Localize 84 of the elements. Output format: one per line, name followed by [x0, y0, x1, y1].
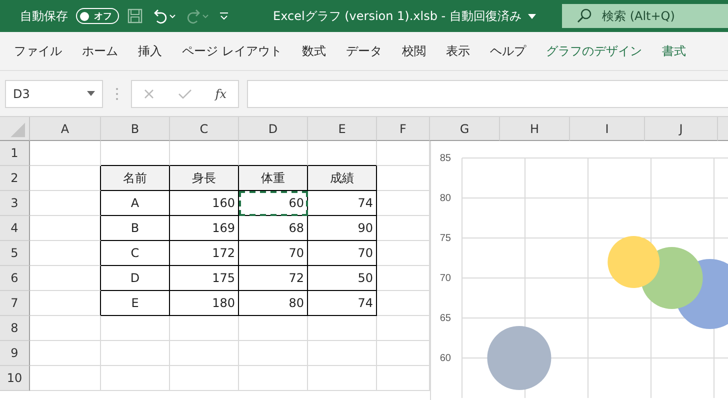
enter-icon[interactable] [178, 88, 192, 100]
select-all-corner[interactable] [0, 117, 30, 141]
axis-tick-label: 65 [440, 313, 451, 324]
table-cell: 74 [308, 291, 377, 316]
cancel-icon[interactable] [143, 88, 156, 100]
row-header[interactable]: 6 [0, 266, 30, 291]
search-field[interactable]: 検索 (Alt+Q) [562, 4, 728, 28]
table-cell: 172 [170, 241, 239, 266]
table-cell: 90 [308, 216, 377, 241]
name-box[interactable]: D3 [5, 80, 103, 108]
spreadsheet-cell[interactable] [30, 191, 101, 216]
grip-icon [115, 86, 119, 100]
caret-icon[interactable] [528, 14, 536, 18]
spreadsheet-cell[interactable] [30, 291, 101, 316]
axis-tick-label: 60 [440, 353, 451, 364]
bubble[interactable] [487, 326, 552, 390]
column-header[interactable]: I [570, 117, 645, 141]
customize-caret-icon[interactable] [219, 11, 229, 21]
table-cell: D [101, 266, 170, 291]
spreadsheet-cell[interactable] [30, 216, 101, 241]
row-header[interactable]: 1 [0, 141, 30, 166]
axis-tick-label: 85 [440, 153, 451, 164]
table-cell: 68 [239, 216, 308, 241]
row-header[interactable]: 2 [0, 166, 30, 191]
table-header-cell: 体重 [239, 166, 308, 191]
caret-icon[interactable] [87, 91, 95, 96]
ribbon-tab[interactable]: グラフのデザイン [536, 36, 652, 66]
search-icon [576, 8, 592, 24]
column-header[interactable]: C [170, 117, 239, 141]
autosave-label: 自動保存 [20, 8, 68, 24]
column-header[interactable]: G [430, 117, 500, 141]
table-cell: 50 [308, 266, 377, 291]
ribbon-tab[interactable]: ページ レイアウト [172, 36, 292, 66]
row-header[interactable]: 4 [0, 216, 30, 241]
column-header[interactable]: E [308, 117, 377, 141]
ribbon-tab[interactable]: 挿入 [128, 36, 172, 66]
column-header[interactable]: F [377, 117, 430, 141]
row-header[interactable]: 8 [0, 316, 30, 341]
table-cell: 169 [170, 216, 239, 241]
column-header[interactable]: B [101, 117, 170, 141]
table-cell: 70 [239, 241, 308, 266]
spreadsheet-cell[interactable] [30, 241, 101, 266]
table-cell: E [101, 291, 170, 316]
row-header[interactable]: 7 [0, 291, 30, 316]
table-cell: 175 [170, 266, 239, 291]
ribbon-tab[interactable]: 校閲 [392, 36, 436, 66]
save-icon[interactable] [127, 8, 143, 24]
axis-tick-label: 70 [440, 273, 451, 284]
table-cell: 72 [239, 266, 308, 291]
autosave-toggle[interactable]: オフ [76, 8, 119, 24]
ribbon-tab[interactable]: 数式 [292, 36, 336, 66]
row-header[interactable]: 3 [0, 191, 30, 216]
table-cell: C [101, 241, 170, 266]
ribbon-tab[interactable]: 書式 [652, 36, 696, 66]
table-cell: 160 [170, 191, 239, 216]
table-cell: 80 [239, 291, 308, 316]
formula-input[interactable] [247, 80, 728, 108]
row-header[interactable]: 5 [0, 241, 30, 266]
table-cell: 180 [170, 291, 239, 316]
table-header-cell: 成績 [308, 166, 377, 191]
ribbon-tab[interactable]: ホーム [72, 36, 128, 66]
column-header[interactable]: H [500, 117, 570, 141]
ribbon-tab[interactable]: データ [336, 36, 392, 66]
row-header[interactable]: 9 [0, 341, 30, 366]
bubble[interactable] [608, 236, 660, 288]
row-header[interactable]: 10 [0, 366, 30, 391]
column-header[interactable]: D [239, 117, 308, 141]
axis-tick-label: 80 [440, 193, 451, 204]
table-cell: A [101, 191, 170, 216]
table-cell: B [101, 216, 170, 241]
ribbon-tab[interactable]: ファイル [4, 36, 72, 66]
ribbon-tab[interactable]: 表示 [436, 36, 480, 66]
axis-tick-label: 75 [440, 233, 451, 244]
table-cell: 74 [308, 191, 377, 216]
spreadsheet-cell[interactable] [30, 266, 101, 291]
column-header[interactable]: J [645, 117, 718, 141]
table-header-cell: 身長 [170, 166, 239, 191]
insert-function-button[interactable]: fx [215, 86, 227, 100]
table-cell: 70 [308, 241, 377, 266]
ribbon-tab[interactable]: ヘルプ [480, 36, 536, 66]
table-header-cell: 名前 [101, 166, 170, 191]
column-header[interactable]: A [30, 117, 101, 141]
table-cell: 60 [239, 191, 308, 216]
document-title[interactable]: Excelグラフ (version 1).xlsb - 自動回復済み [273, 8, 536, 24]
